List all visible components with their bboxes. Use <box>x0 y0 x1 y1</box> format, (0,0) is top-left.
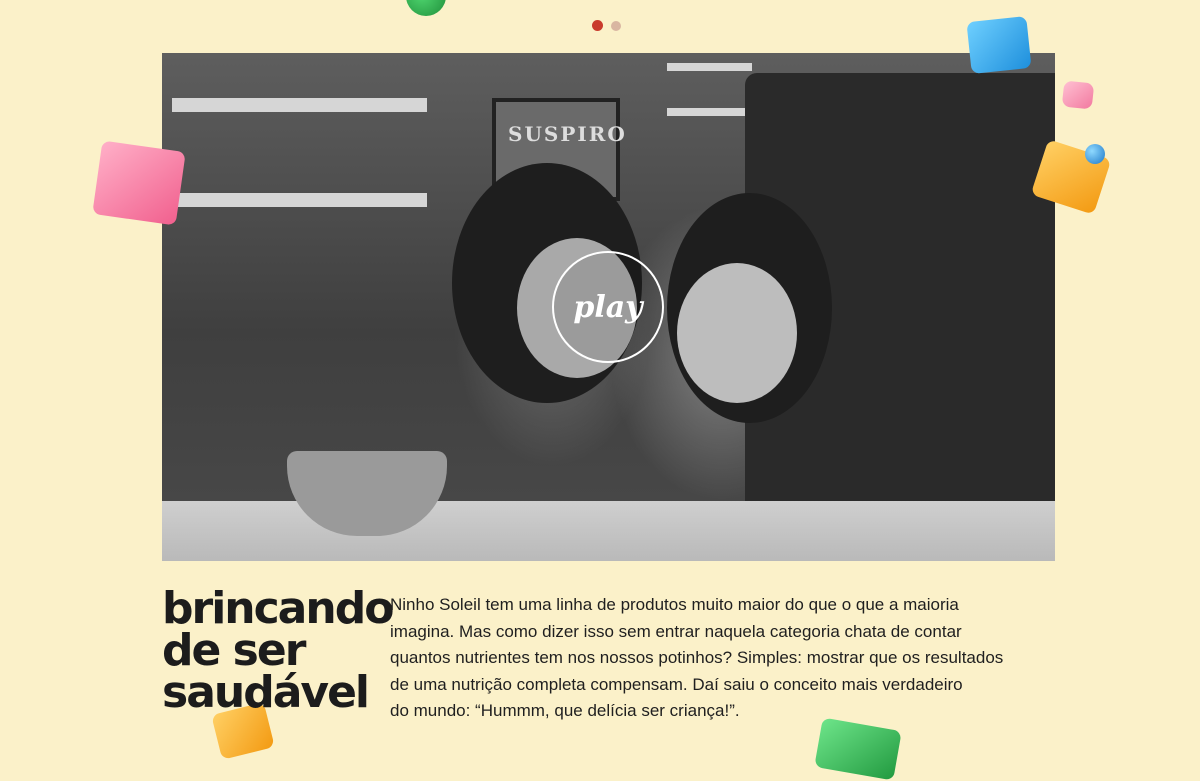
kitchen-shelf <box>172 98 427 112</box>
paragraph-line: imagina. Mas como dizer isso sem entrar … <box>390 621 962 641</box>
play-label: play <box>573 289 643 325</box>
decorative-blue-cube <box>966 16 1032 74</box>
carousel-dots <box>592 20 621 31</box>
carousel-dot-1[interactable] <box>592 20 603 31</box>
paragraph-line: quantos nutrientes tem nos nossos potinh… <box>390 648 1004 667</box>
decorative-green-cube-bottom <box>814 717 902 781</box>
heading-line: saudável <box>162 667 370 718</box>
description-paragraph: Ninho Soleil tem uma linha de produtos m… <box>390 592 1050 725</box>
video-player[interactable]: SUSPIRO play <box>162 53 1055 561</box>
section-heading: brincando de ser saudável <box>162 583 394 718</box>
scene-table <box>162 501 1055 561</box>
decorative-blue-ball <box>1085 144 1105 164</box>
decorative-pink-cube-small <box>1061 80 1095 110</box>
decorative-green-cube-top <box>406 0 446 16</box>
kitchen-shelf <box>667 63 752 71</box>
carousel-dot-2[interactable] <box>611 20 621 31</box>
decorative-pink-cube-left <box>92 140 186 226</box>
kitchen-shelf <box>172 193 427 207</box>
play-button[interactable]: play <box>552 251 664 363</box>
paragraph-line: de uma nutrição completa compensam. Daí … <box>390 674 963 694</box>
heading-line: de ser <box>162 625 306 676</box>
heading-line: brincando <box>162 583 394 634</box>
paragraph-line: Ninho Soleil tem uma linha de produtos m… <box>390 595 959 614</box>
paragraph-line: do mundo: “Hummm, que delícia ser crianç… <box>390 701 740 720</box>
kitchen-shelf <box>667 108 752 116</box>
scene-sign-text: SUSPIRO <box>508 122 627 146</box>
scene-child-face <box>677 263 797 403</box>
